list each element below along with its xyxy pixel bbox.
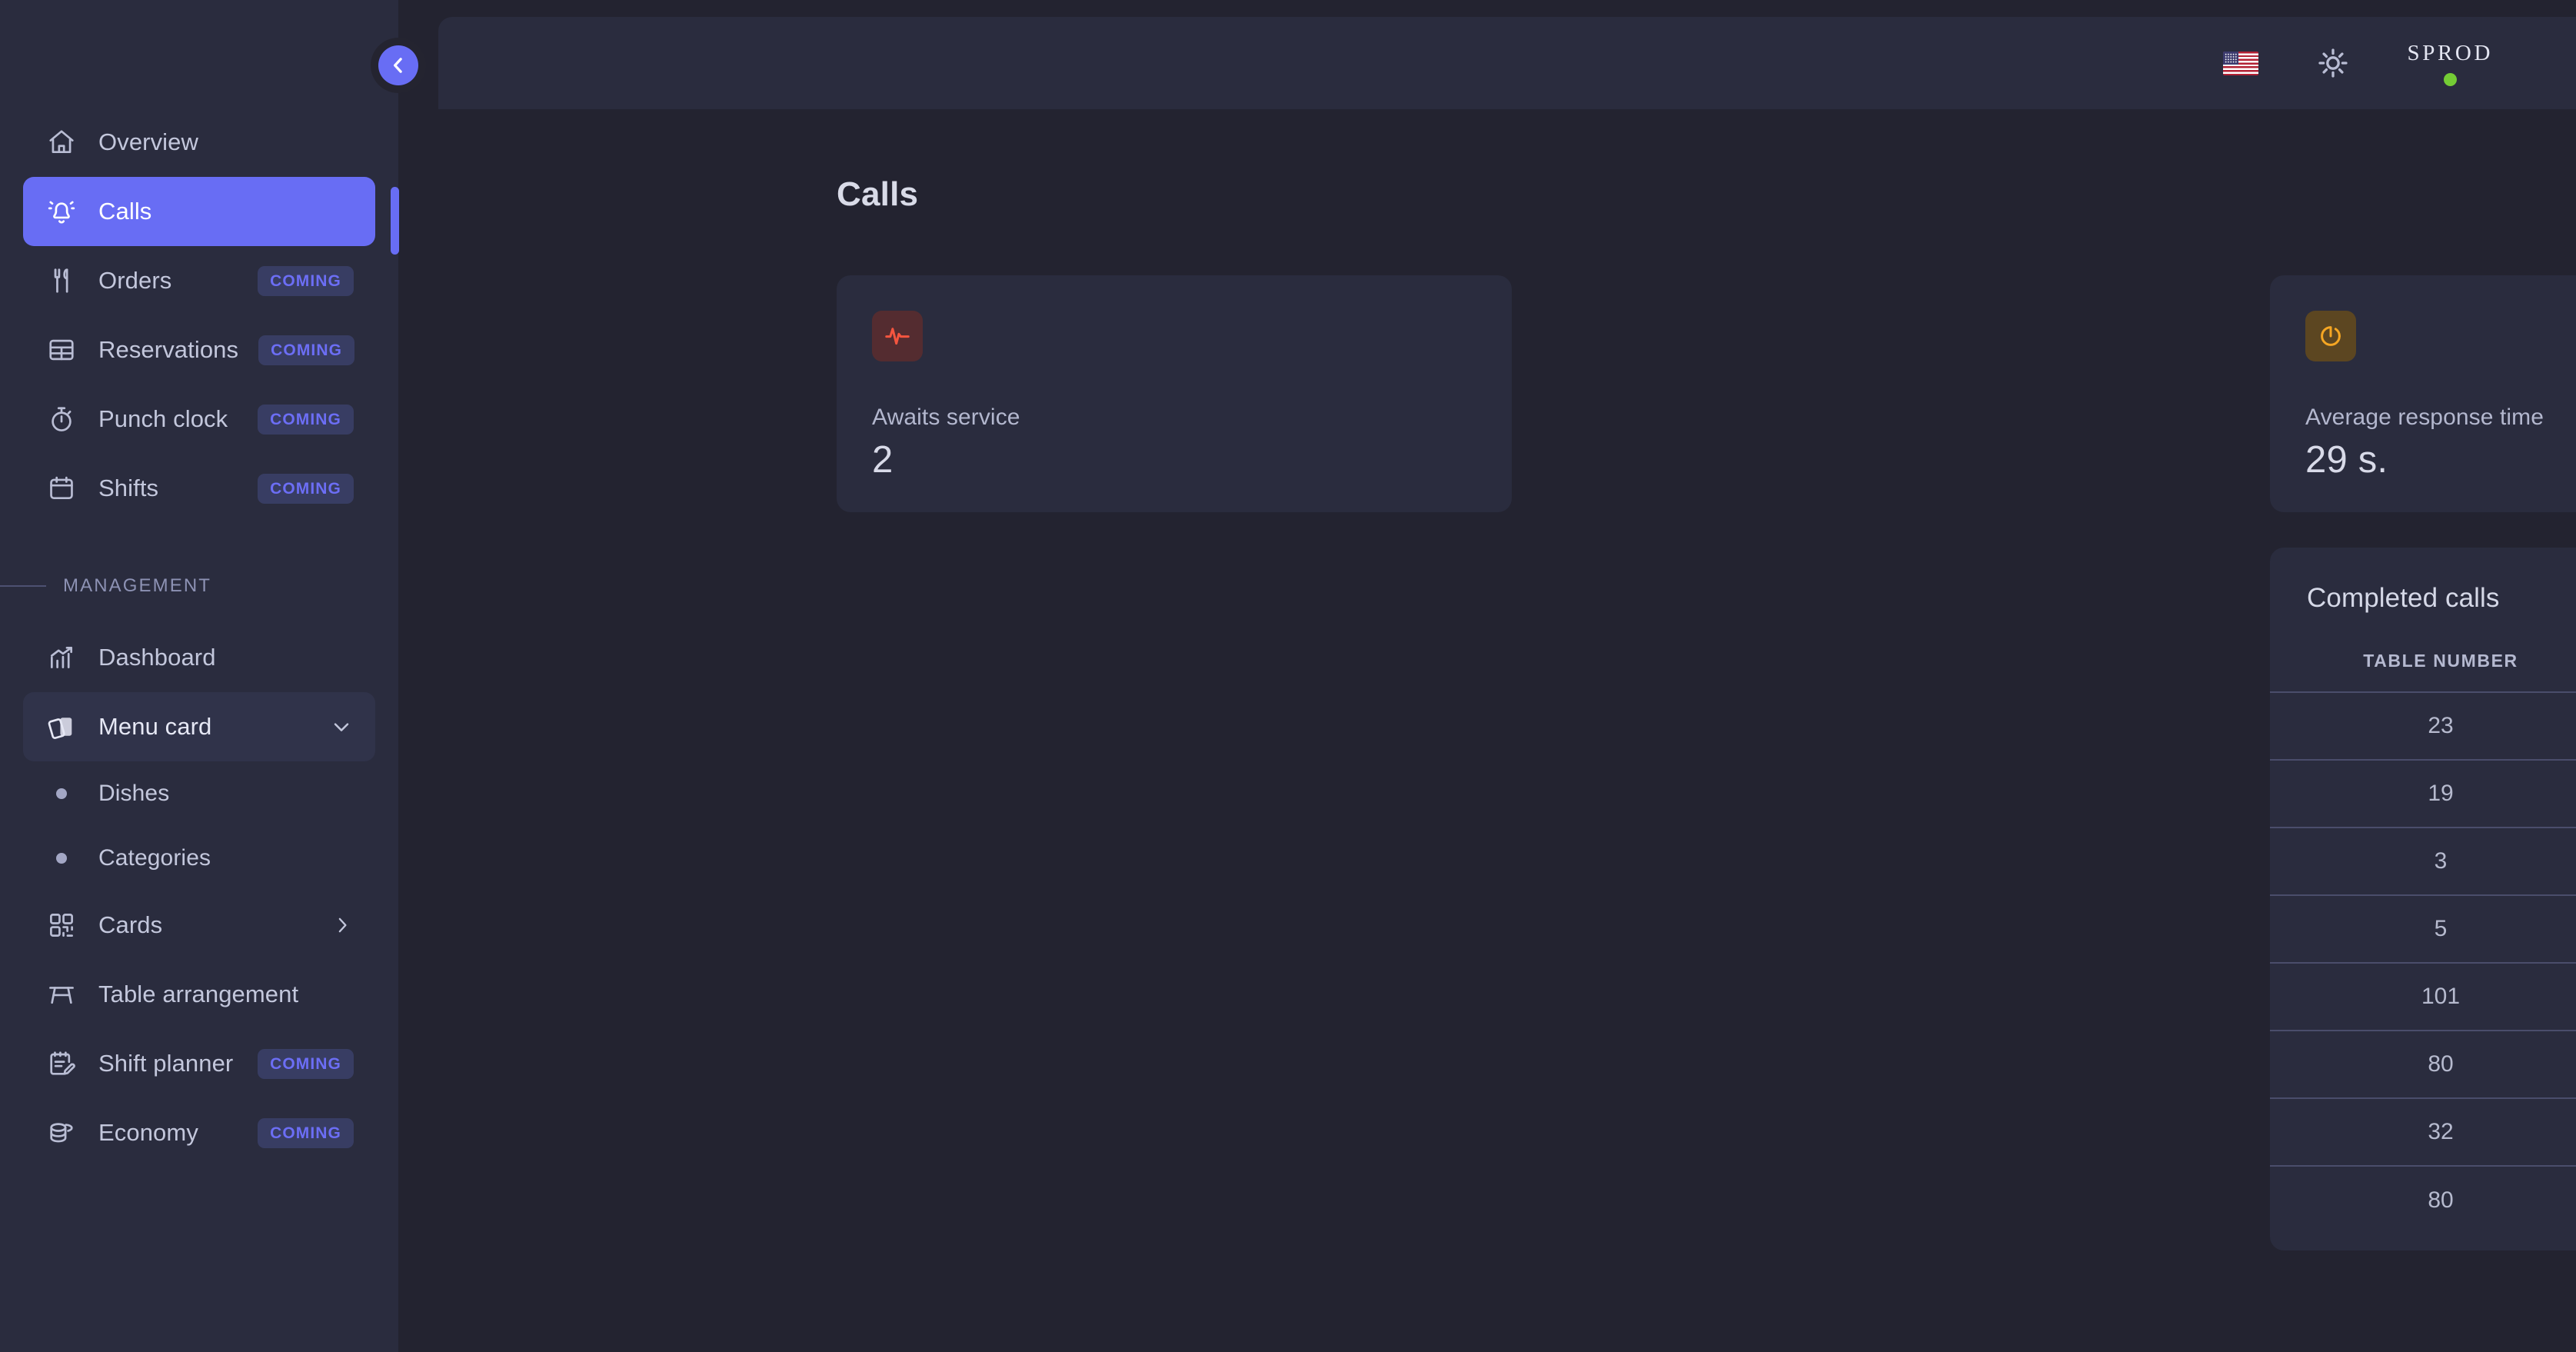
stat-label: Average response time <box>2305 405 2544 430</box>
column-header-table-number: TABLE NUMBER <box>2363 651 2518 671</box>
cards-stack-icon <box>45 710 78 744</box>
table-head: TABLE NUMBER TIME WAITED <box>2270 651 2576 692</box>
sidebar-item-orders[interactable]: Orders COMING <box>23 246 375 315</box>
sidebar-item-punch-clock[interactable]: Punch clock COMING <box>23 385 375 454</box>
sidebar-item-label: Shifts <box>98 475 159 501</box>
sidebar-item-label: Orders <box>98 267 172 294</box>
sidebar-item-table-arrangement[interactable]: Table arrangement <box>23 960 375 1029</box>
coins-stack-icon <box>45 1116 78 1150</box>
sidebar-item-label: Economy <box>98 1119 198 1146</box>
table-row[interactable]: 23 43 s. <box>2270 692 2576 760</box>
chevron-right-icon[interactable] <box>331 914 354 937</box>
sidebar-item-calls[interactable]: Calls <box>23 177 375 246</box>
main-content: SPROD Calls Awaits service 2 Average res… <box>398 0 2576 1352</box>
activity-pulse-icon <box>872 311 923 361</box>
sidebar-item-label: Overview <box>98 128 198 155</box>
sidebar-subitem-label: Categories <box>98 845 211 871</box>
completed-calls-table: TABLE NUMBER TIME WAITED 23 43 s. 19 27 … <box>2270 651 2576 1234</box>
app-root: Overview Calls Orders COMING Reservation… <box>0 0 2576 1352</box>
sidebar-item-economy[interactable]: Economy COMING <box>23 1098 375 1167</box>
table-body: 23 43 s. 19 27 s. 3 22 s. 5 19 s. <box>2270 692 2576 1234</box>
sidebar-item-dashboard[interactable]: Dashboard <box>23 623 375 692</box>
table-row[interactable]: 32 45 s. <box>2270 1098 2576 1166</box>
sidebar-item-label: Dashboard <box>98 644 216 671</box>
sidebar-item-reservations[interactable]: Reservations COMING <box>23 315 375 385</box>
chevron-down-icon[interactable] <box>329 714 354 739</box>
section-label: MANAGEMENT <box>63 575 212 596</box>
coming-badge: COMING <box>258 404 354 435</box>
completed-calls-title: Completed calls <box>2307 583 2500 613</box>
calendar-icon <box>45 471 78 505</box>
brand-status[interactable]: SPROD <box>2408 41 2494 86</box>
table-row[interactable]: 3 22 s. <box>2270 828 2576 895</box>
qr-code-icon <box>45 908 78 942</box>
cell-table-number: 32 <box>2428 1119 2454 1144</box>
table-row[interactable]: 80 24 s. <box>2270 1031 2576 1098</box>
sidebar-subitem-categories[interactable]: Categories <box>23 826 375 891</box>
sidebar-item-label: Calls <box>98 198 152 225</box>
bar-chart-icon <box>45 641 78 674</box>
sidebar-item-menu-card[interactable]: Menu card <box>23 692 375 761</box>
sun-icon[interactable] <box>2317 47 2349 79</box>
sidebar-item-label: Shift planner <box>98 1050 234 1077</box>
top-bar: SPROD <box>438 17 2576 109</box>
coming-badge: COMING <box>258 1117 354 1148</box>
sidebar: Overview Calls Orders COMING Reservation… <box>0 0 426 1352</box>
cell-table-number: 101 <box>2421 984 2461 1009</box>
cell-table-number: 3 <box>2434 848 2448 874</box>
cell-table-number: 5 <box>2434 916 2448 941</box>
stat-label: Awaits service <box>872 405 1020 430</box>
sidebar-collapse-button[interactable] <box>371 38 426 93</box>
coming-badge: COMING <box>258 265 354 296</box>
sidebar-item-shifts[interactable]: Shifts COMING <box>23 454 375 523</box>
table-row[interactable]: 80 20 s. <box>2270 1166 2576 1234</box>
table-row[interactable]: 19 27 s. <box>2270 760 2576 828</box>
us-flag-icon[interactable] <box>2222 51 2258 75</box>
page-title: Calls <box>837 175 919 213</box>
stopwatch-icon <box>45 402 78 436</box>
clipboard-edit-icon <box>45 1047 78 1081</box>
home-icon <box>45 125 78 159</box>
sidebar-primary-nav: Overview Calls Orders COMING Reservation… <box>0 108 398 523</box>
stat-value: 29 s. <box>2305 439 2388 481</box>
cell-table-number: 80 <box>2428 1051 2454 1077</box>
chevron-left-icon <box>378 45 418 85</box>
coming-badge: COMING <box>258 335 355 365</box>
picnic-table-icon <box>45 977 78 1011</box>
sidebar-item-label: Table arrangement <box>98 981 299 1007</box>
stat-card-average-response: Average response time 29 s. <box>2270 275 2576 512</box>
sidebar-management-nav: Dashboard Menu card Dishes Categories Ca… <box>0 623 398 1167</box>
bullet-dot-icon <box>45 788 78 799</box>
bell-ring-icon <box>45 195 78 228</box>
stat-value: 2 <box>872 439 894 481</box>
cell-table-number: 23 <box>2428 713 2454 738</box>
sidebar-item-label: Menu card <box>98 713 212 740</box>
sidebar-item-overview[interactable]: Overview <box>23 108 375 177</box>
sidebar-item-cards[interactable]: Cards <box>23 891 375 960</box>
table-row[interactable]: 101 34 s. <box>2270 963 2576 1031</box>
section-divider-line <box>0 585 46 587</box>
coming-badge: COMING <box>258 473 354 504</box>
sidebar-item-label: Punch clock <box>98 405 228 432</box>
cell-table-number: 19 <box>2428 781 2454 806</box>
table-header-row: TABLE NUMBER TIME WAITED <box>2270 651 2576 692</box>
bullet-dot-icon <box>45 853 78 864</box>
online-status-dot <box>2443 72 2457 86</box>
cutlery-icon <box>45 264 78 298</box>
table-row[interactable]: 5 19 s. <box>2270 895 2576 963</box>
sidebar-item-shift-planner[interactable]: Shift planner COMING <box>23 1029 375 1098</box>
table-grid-icon <box>45 333 78 367</box>
timer-icon <box>2305 311 2356 361</box>
sidebar-item-label: Cards <box>98 911 163 938</box>
sidebar-item-label: Reservations <box>98 336 239 363</box>
sidebar-subitem-label: Dishes <box>98 781 170 806</box>
coming-badge: COMING <box>258 1048 354 1079</box>
completed-calls-card: Completed calls TABLE NUMBER TIME WAITED… <box>2270 548 2576 1250</box>
cell-table-number: 80 <box>2428 1187 2454 1213</box>
sidebar-subitem-dishes[interactable]: Dishes <box>23 761 375 826</box>
sidebar-section-management: MANAGEMENT <box>0 549 398 623</box>
brand-name: SPROD <box>2407 40 2493 65</box>
stat-card-awaits-service: Awaits service 2 <box>837 275 1512 512</box>
active-item-accent-strip <box>391 187 399 255</box>
